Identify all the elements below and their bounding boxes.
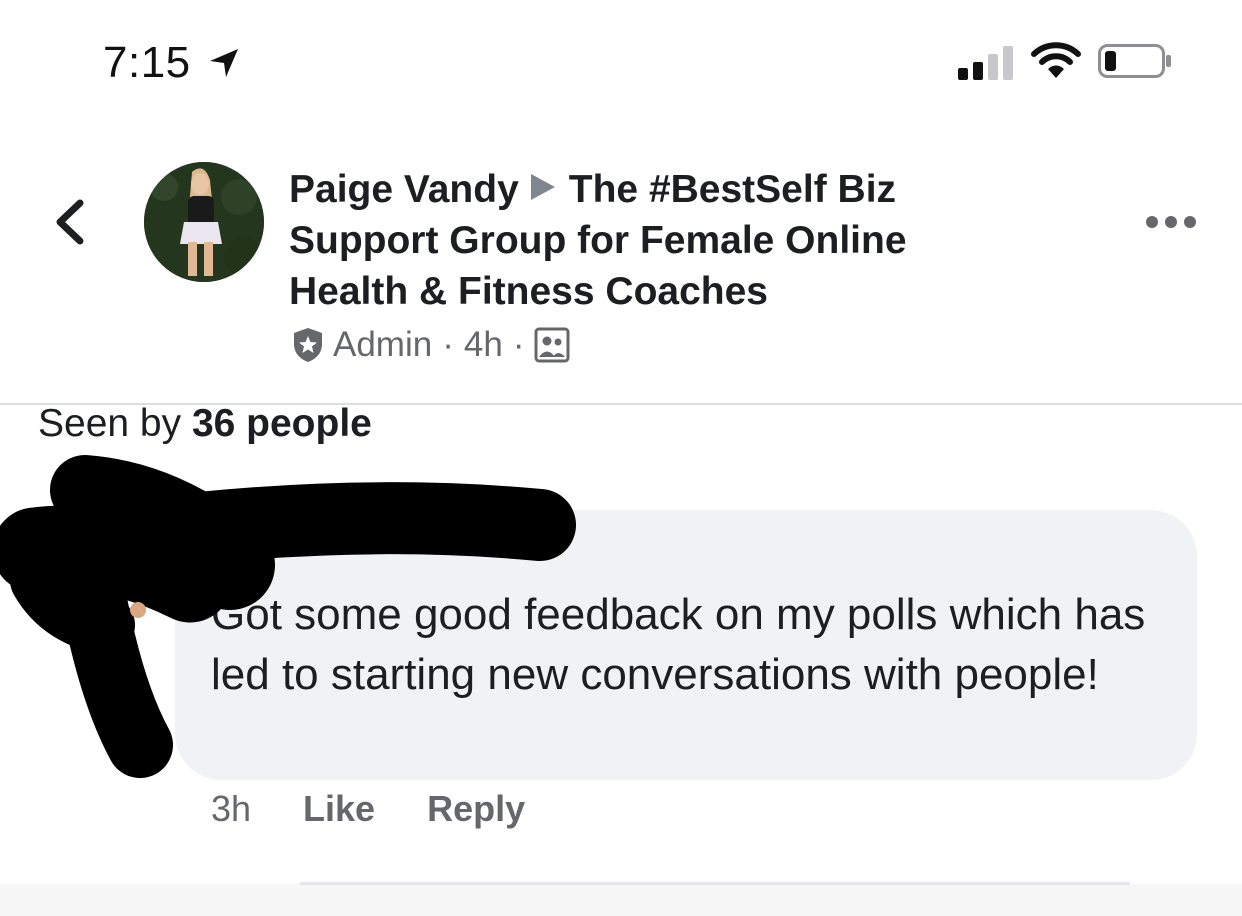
triangle-right-icon (530, 174, 555, 200)
meta-separator: · (442, 325, 454, 364)
seen-by-count: 36 people (191, 402, 372, 445)
post-timestamp[interactable]: 4h (464, 325, 503, 365)
back-chevron-icon[interactable] (52, 198, 88, 246)
redaction-scribble (0, 455, 576, 778)
battery-icon (1098, 44, 1171, 78)
admin-shield-icon (294, 328, 322, 362)
cellular-signal-icon (958, 44, 1016, 80)
post-author-link[interactable]: Paige Vandy (289, 168, 519, 211)
bottom-area (0, 884, 1242, 916)
admin-badge: Admin (333, 325, 433, 364)
more-options-icon[interactable] (1145, 212, 1197, 232)
post-title: Paige Vandy The #BestSelf Biz Support Gro… (289, 164, 1009, 317)
bottom-divider (300, 882, 1130, 885)
wifi-icon (1031, 42, 1081, 78)
seen-by-prefix: Seen by (38, 402, 182, 445)
avatar-photo (144, 162, 264, 282)
group-members-icon (534, 327, 570, 363)
location-arrow-icon (210, 49, 238, 77)
author-avatar[interactable] (144, 162, 264, 282)
post-meta: Admin · 4h · (291, 322, 570, 368)
meta-separator: · (512, 325, 525, 364)
status-time: 7:15 (103, 38, 191, 87)
